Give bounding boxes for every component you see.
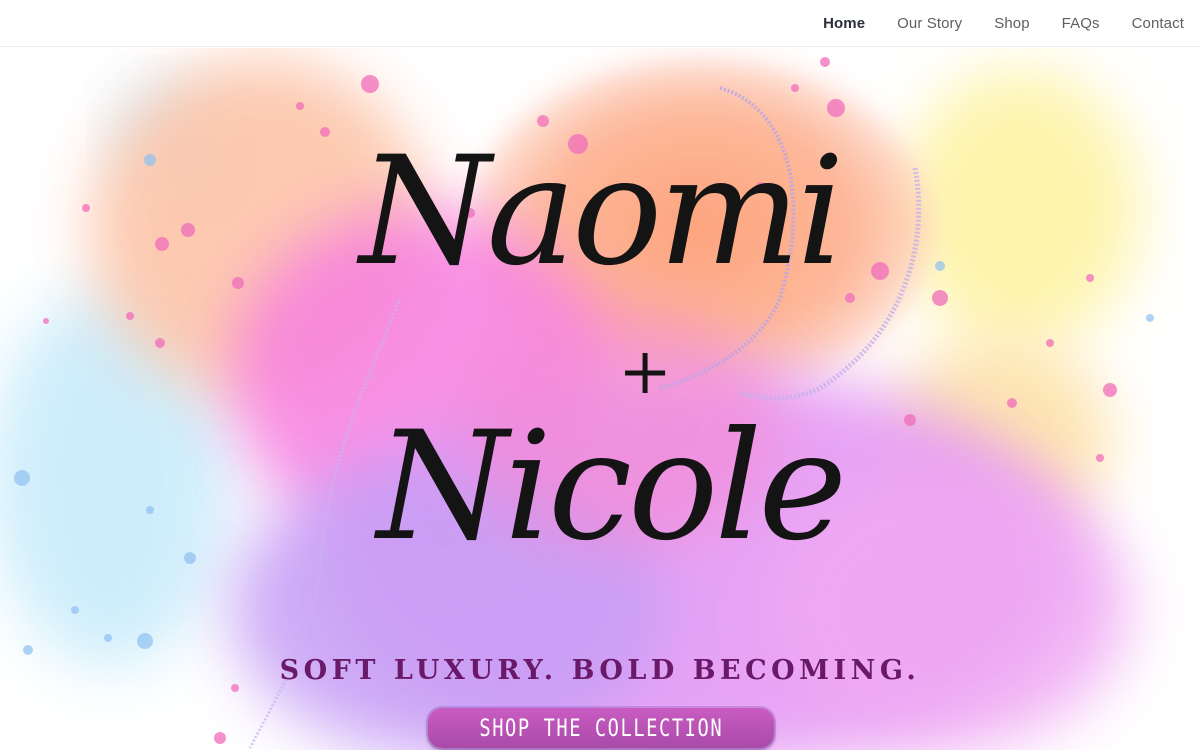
logo-line2: Nicole: [374, 400, 843, 574]
shop-collection-label: SHOP THE COLLECTION: [479, 714, 723, 742]
nav-contact-link[interactable]: Contact: [1132, 15, 1184, 32]
nav-home-link[interactable]: Home: [823, 15, 865, 32]
nav-faqs-link[interactable]: FAQs: [1062, 15, 1100, 32]
nav-our-story-link[interactable]: Our Story: [897, 15, 962, 32]
top-nav: Home Our Story Shop FAQs Contact: [0, 0, 1200, 47]
logo-plus: +: [618, 335, 672, 409]
brand-logo: Naomi + Nicole: [356, 125, 847, 574]
logo-line1: Naomi: [356, 125, 840, 299]
nav-shop-link[interactable]: Shop: [994, 15, 1029, 32]
shop-collection-button[interactable]: SHOP THE COLLECTION: [428, 708, 774, 748]
hero-section: Naomi + Nicole SOFT LUXURY. BOLD BECOMIN…: [0, 48, 1200, 750]
hero-tagline: SOFT LUXURY. BOLD BECOMING.: [279, 655, 921, 686]
